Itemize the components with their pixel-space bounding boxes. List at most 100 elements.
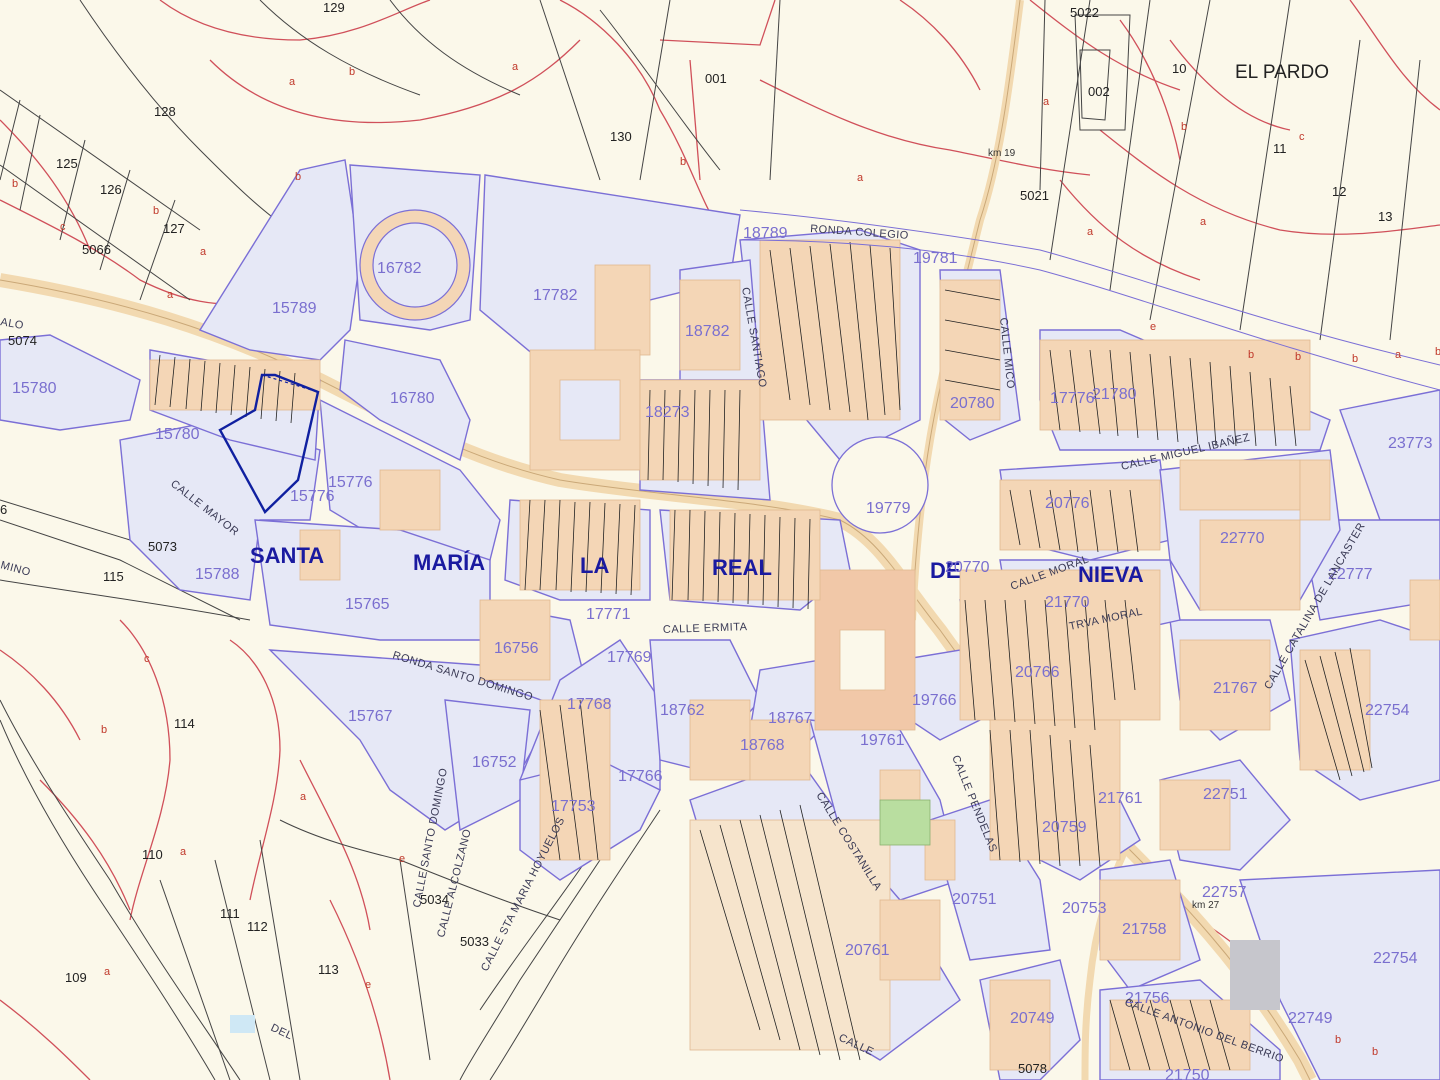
parcel-label: 17766: [618, 768, 663, 785]
subparcel-letter: a: [180, 846, 187, 858]
street-label: MINO: [0, 559, 32, 579]
rural-label: 5078: [1018, 1061, 1047, 1076]
km-marker: km 19: [988, 148, 1016, 159]
parcel-label: 15767: [348, 708, 393, 725]
subparcel-letter: e: [1150, 321, 1156, 333]
parcel-label: 18767: [768, 710, 813, 727]
parcel-label: 20751: [952, 891, 997, 908]
block-15789: [198, 159, 361, 361]
parcel-label: 15776: [328, 474, 373, 491]
parcel-label: 15776: [290, 488, 335, 505]
cadastral-map[interactable]: SANTA MARÍA LA REAL DE NIEVA EL PARDO 15…: [0, 0, 1440, 1080]
town-word-3: LA: [580, 553, 609, 578]
parcel-label: 18782: [685, 323, 730, 340]
subparcel-letter: c: [144, 653, 150, 665]
rural-label: 129: [323, 0, 345, 15]
rural-label: 12: [1332, 184, 1346, 199]
town-word-4: REAL: [712, 555, 772, 580]
street-label: CALLE ALCOLZANO: [435, 828, 474, 939]
parcel-label: 21750: [1165, 1067, 1210, 1080]
rural-label: 111: [220, 906, 240, 921]
pond: [230, 1015, 255, 1033]
subparcel-letter: b: [1372, 1046, 1378, 1058]
rural-label: 115: [103, 569, 124, 584]
subparcel-letter: a: [167, 289, 174, 301]
parcel-label: 18273: [645, 404, 690, 421]
parcel-label: 19761: [860, 732, 905, 749]
subparcel-letter: b: [1295, 351, 1301, 363]
parcel-label: 19779: [866, 500, 911, 517]
parcel-label: 20753: [1062, 900, 1107, 917]
rural-label: 5022: [1070, 5, 1099, 20]
rural-label: 5021: [1020, 188, 1049, 203]
parcel-label: 17753: [551, 798, 596, 815]
parcel-label: 17771: [586, 606, 631, 623]
parcel-label: 20759: [1042, 819, 1087, 836]
rural-label: 114: [174, 716, 195, 731]
parcel-label: 17782: [533, 287, 578, 304]
subparcel-letter: b: [1352, 353, 1358, 365]
parcel-label: 20761: [845, 942, 890, 959]
rural-label: 5066: [82, 242, 111, 257]
rural-label: 5074: [8, 333, 37, 348]
parcel-label: 20770: [945, 559, 990, 576]
subparcel-letter: a: [512, 61, 519, 73]
street-label: CALLE ERMITA: [663, 621, 748, 636]
green-area: [879, 799, 931, 846]
rural-label: 6: [0, 502, 7, 517]
town-word-6: NIEVA: [1078, 562, 1144, 587]
km-marker: km 27: [1192, 900, 1220, 911]
parcel-label: 22770: [1220, 530, 1265, 547]
rural-label: 110: [142, 847, 163, 862]
parcel-label: 19781: [913, 250, 958, 267]
parcel-label: 15789: [272, 300, 317, 317]
subparcel-letter: c: [60, 221, 66, 233]
subparcel-letter: b: [295, 171, 301, 183]
subparcel-letter: b: [1335, 1034, 1341, 1046]
place-name-el-pardo: EL PARDO: [1235, 62, 1329, 83]
parcel-label: 15780: [155, 426, 200, 443]
subparcel-letter: a: [857, 172, 864, 184]
parcel-label: 20766: [1015, 664, 1060, 681]
parcel-label: 15780: [12, 380, 57, 397]
parcel-label: 16782: [377, 260, 422, 277]
rural-label: 5033: [460, 934, 489, 949]
rural-label: 112: [247, 919, 268, 934]
parcel-label: 21770: [1045, 594, 1090, 611]
subparcel-letter: b: [349, 66, 355, 78]
parcel-label: 17776: [1050, 390, 1095, 407]
rural-label: 128: [154, 104, 176, 119]
block-23773: [1339, 389, 1440, 521]
parcel-label: 19766: [912, 692, 957, 709]
subparcel-letter: b: [153, 205, 159, 217]
town-word-2: MARÍA: [413, 550, 485, 575]
rural-label: 5073: [148, 539, 177, 554]
parcel-label: 22757: [1202, 884, 1247, 901]
parcel-label: 21761: [1098, 790, 1143, 807]
rural-label: 125: [56, 156, 78, 171]
parcel-label: 18768: [740, 737, 785, 754]
subparcel-letter: a: [200, 246, 207, 258]
parcel-label: 21780: [1092, 386, 1137, 403]
subparcel-letter: a: [1043, 96, 1050, 108]
parcel-label: 16780: [390, 390, 435, 407]
rural-label: 001: [705, 71, 727, 86]
rural-label: 109: [65, 970, 87, 985]
rural-label: 002: [1088, 84, 1110, 99]
subparcel-letter: a: [289, 76, 296, 88]
parcel-label: 17769: [607, 649, 652, 666]
parcel-label: 22754: [1373, 950, 1418, 967]
parcel-label: 21758: [1122, 921, 1167, 938]
rural-label: 127: [163, 221, 185, 236]
subparcel-letter: b: [1248, 349, 1254, 361]
plaza: [831, 436, 929, 534]
parcel-label: 20749: [1010, 1010, 1055, 1027]
parcel-label: 15788: [195, 566, 240, 583]
parcel-label: 15765: [345, 596, 390, 613]
subparcel-letter: a: [300, 791, 307, 803]
pond-2: [1230, 940, 1280, 1010]
rural-label: 126: [100, 182, 122, 197]
subparcel-letter: a: [1200, 216, 1207, 228]
rural-label: 113: [318, 962, 339, 977]
parcel-label: 18789: [743, 225, 788, 242]
